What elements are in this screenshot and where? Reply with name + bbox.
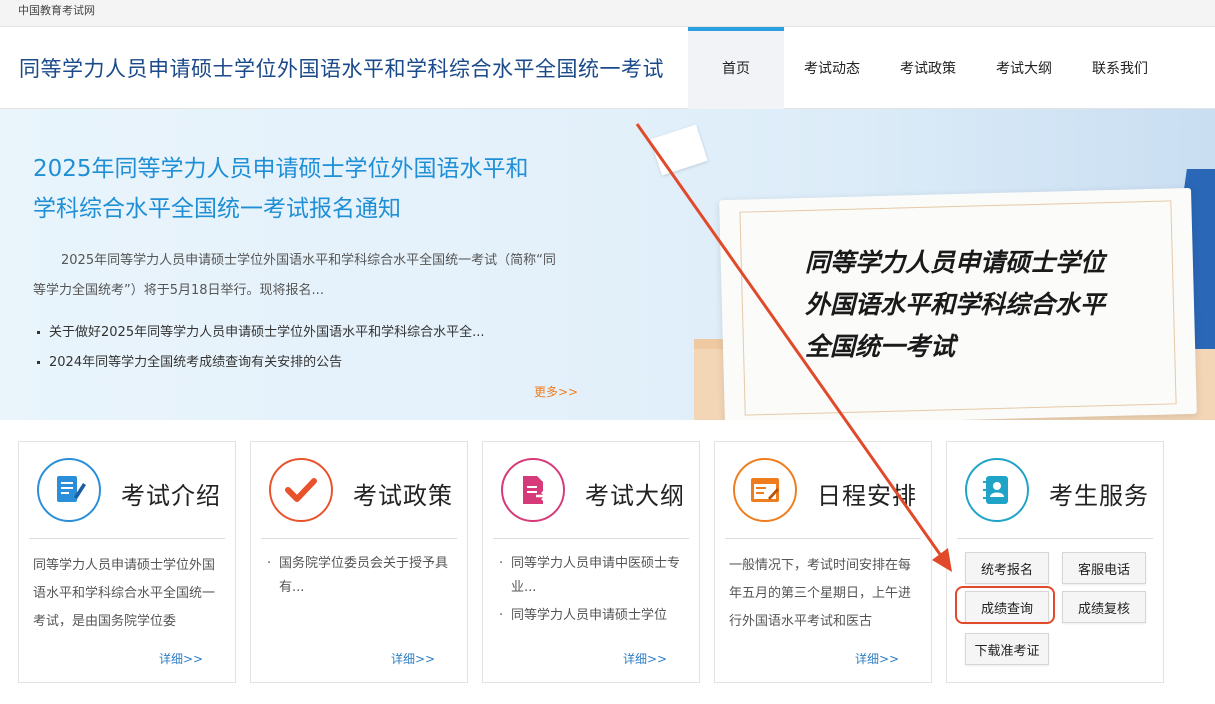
divider	[725, 538, 921, 539]
card-exam-syllabus: 考试大纲 同等学力人员申请中医硕士专业... 同等学力人员申请硕士学位 详细>>	[482, 441, 700, 683]
banner-description: 2025年同等学力人员申请硕士学位外国语水平和学科综合水平全国统一考试（简称“同…	[33, 253, 556, 298]
banner-title-line-1: 2025年同等学力人员申请硕士学位外国语水平和	[33, 156, 529, 182]
card-more-link[interactable]: 详细>>	[623, 650, 667, 667]
file-export-icon	[501, 458, 565, 522]
download-admission-ticket-button[interactable]: 下载准考证	[965, 633, 1049, 665]
card-body: 一般情况下，考试时间安排在每年五月的第三个星期日，上午进行外国语水平考试和医古	[729, 558, 912, 629]
card-list: 同等学力人员申请中医硕士专业... 同等学力人员申请硕士学位	[497, 552, 685, 638]
card-title[interactable]: 考试政策	[353, 476, 453, 511]
card-line-1: 同等学力人员申请硕士学位	[805, 248, 1106, 277]
banner-news-list: 关于做好2025年同等学力人员申请硕士学位外国语水平和学科综合水平全... 20…	[33, 318, 573, 378]
site-name-link[interactable]: 中国教育考试网	[18, 2, 95, 18]
card-body: 同等学力人员申请硕士学位外国语水平和学科综合水平全国统一考试，是由国务院学位委	[33, 558, 216, 629]
divider	[261, 538, 457, 539]
site-title: 同等学力人员申请硕士学位外国语水平和学科综合水平全国统一考试	[19, 57, 664, 81]
paper-decoration	[650, 124, 708, 176]
banner-news-item-2[interactable]: 2024年同等学力全国统考成绩查询有关安排的公告	[33, 348, 573, 378]
score-review-button[interactable]: 成绩复核	[1062, 591, 1146, 623]
header: 同等学力人员申请硕士学位外国语水平和学科综合水平全国统一考试 首页 考试动态 考…	[0, 27, 1215, 109]
list-item[interactable]: 同等学力人员申请中医硕士专业...	[497, 552, 685, 600]
card-title[interactable]: 日程安排	[817, 476, 917, 511]
list-item[interactable]: 同等学力人员申请硕士学位	[497, 604, 685, 628]
customer-service-phone-button[interactable]: 客服电话	[1062, 552, 1146, 584]
banner-news-item-1[interactable]: 关于做好2025年同等学力人员申请硕士学位外国语水平和学科综合水平全...	[33, 318, 573, 348]
nav-exam-news[interactable]: 考试动态	[784, 27, 880, 109]
main-nav: 首页 考试动态 考试政策 考试大纲 联系我们	[688, 27, 1168, 109]
divider	[957, 538, 1153, 539]
document-edit-icon	[37, 458, 101, 522]
nav-contact[interactable]: 联系我们	[1072, 27, 1168, 109]
exam-registration-button[interactable]: 统考报名	[965, 552, 1049, 584]
divider	[29, 538, 225, 539]
nav-home[interactable]: 首页	[688, 27, 784, 109]
card-more-link[interactable]: 详细>>	[855, 650, 899, 667]
nav-exam-syllabus[interactable]: 考试大纲	[976, 27, 1072, 109]
banner-more-link[interactable]: 更多>>	[534, 383, 578, 400]
nav-exam-policy[interactable]: 考试政策	[880, 27, 976, 109]
card-schedule: 日程安排 一般情况下，考试时间安排在每年五月的第三个星期日，上午进行外国语水平考…	[714, 441, 932, 683]
banner-card-text: 同等学力人员申请硕士学位 外国语水平和学科综合水平 全国统一考试	[805, 242, 1145, 368]
card-title[interactable]: 考试大纲	[585, 476, 685, 511]
banner-title[interactable]: 2025年同等学力人员申请硕士学位外国语水平和 学科综合水平全国统一考试报名通知	[33, 149, 593, 229]
card-title[interactable]: 考试介绍	[121, 476, 221, 511]
card-list: 国务院学位委员会关于授予具有...	[265, 552, 453, 638]
card-line-3: 全国统一考试	[805, 332, 956, 361]
banner-title-line-2: 学科综合水平全国统一考试报名通知	[33, 196, 401, 222]
contact-book-icon	[965, 458, 1029, 522]
card-title[interactable]: 考生服务	[1049, 476, 1149, 511]
highlight-box	[955, 586, 1055, 624]
top-strip: 中国教育考试网	[0, 0, 1215, 27]
card-exam-intro: 考试介绍 同等学力人员申请硕士学位外国语水平和学科综合水平全国统一考试，是由国务…	[18, 441, 236, 683]
divider	[493, 538, 689, 539]
card-exam-policy: 考试政策 国务院学位委员会关于授予具有... 详细>>	[250, 441, 468, 683]
card-more-link[interactable]: 详细>>	[391, 650, 435, 667]
card-line-2: 外国语水平和学科综合水平	[805, 290, 1106, 319]
calendar-edit-icon	[733, 458, 797, 522]
banner: 2025年同等学力人员申请硕士学位外国语水平和 学科综合水平全国统一考试报名通知…	[0, 109, 1215, 420]
list-item[interactable]: 国务院学位委员会关于授予具有...	[265, 552, 453, 600]
checkmark-icon	[269, 458, 333, 522]
card-more-link[interactable]: 详细>>	[159, 650, 203, 667]
